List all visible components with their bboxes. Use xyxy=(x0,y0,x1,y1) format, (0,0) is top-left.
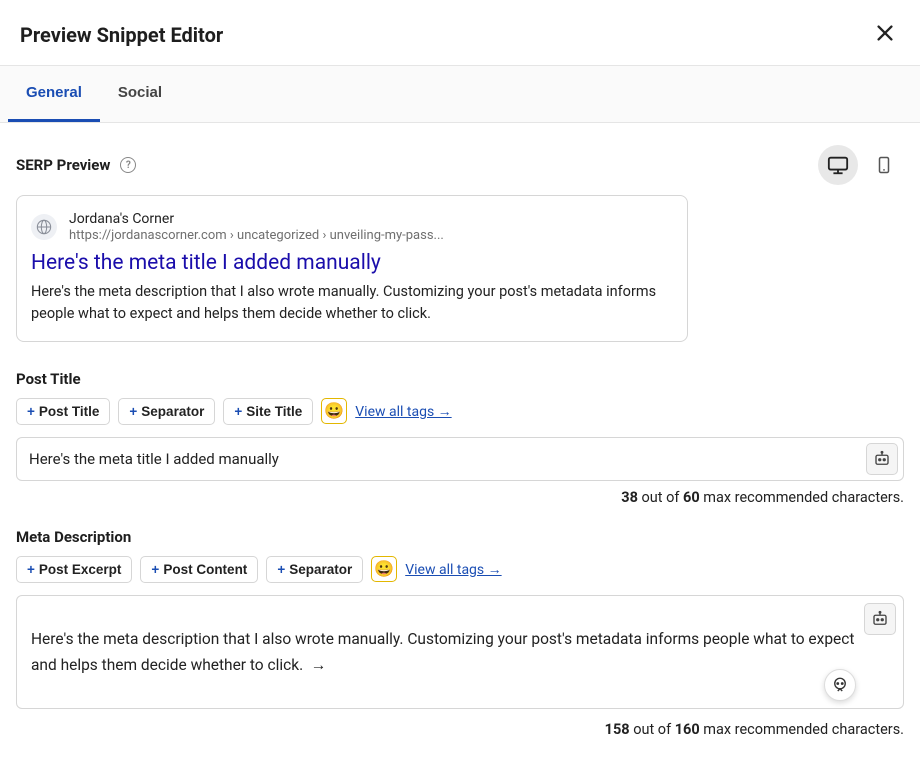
tag-label: Site Title xyxy=(246,404,302,419)
help-icon[interactable]: ? xyxy=(120,157,136,173)
tag-label: Separator xyxy=(289,562,352,577)
tag-label: Post Title xyxy=(39,404,100,419)
globe-icon xyxy=(36,219,52,235)
tag-label: Post Excerpt xyxy=(39,562,122,577)
serp-site-name: Jordana's Corner xyxy=(69,210,444,228)
tab-bar: General Social xyxy=(0,65,920,123)
tag-post-content[interactable]: + Post Content xyxy=(140,556,258,583)
desktop-icon xyxy=(827,154,849,176)
tag-post-title[interactable]: + Post Title xyxy=(16,398,110,425)
meta-description-counter: 158 out of 160 max recommended character… xyxy=(16,721,904,738)
dialog-title: Preview Snippet Editor xyxy=(20,23,223,47)
serp-result-description: Here's the meta description that I also … xyxy=(31,281,673,325)
favicon-placeholder xyxy=(31,214,57,240)
tab-general[interactable]: General xyxy=(8,66,100,122)
plus-icon: + xyxy=(151,562,159,577)
tag-separator[interactable]: + Separator xyxy=(118,398,215,425)
ai-generate-button[interactable] xyxy=(866,443,898,475)
plus-icon: + xyxy=(129,404,137,419)
desktop-view-button[interactable] xyxy=(818,145,858,185)
meta-description-label: Meta Description xyxy=(16,528,904,546)
mobile-view-button[interactable] xyxy=(864,145,904,185)
serp-url: https://jordanascorner.com › uncategoriz… xyxy=(69,228,444,243)
tag-separator-desc[interactable]: + Separator xyxy=(266,556,363,583)
serp-preview-label: SERP Preview xyxy=(16,156,110,174)
ai-generate-button[interactable] xyxy=(864,603,896,635)
chat-icon xyxy=(831,676,849,694)
serp-preview-card: Jordana's Corner https://jordanascorner.… xyxy=(16,195,688,342)
post-title-label: Post Title xyxy=(16,370,904,388)
emoji-button[interactable]: 😀 xyxy=(321,398,347,424)
plus-icon: + xyxy=(27,404,35,419)
mobile-icon xyxy=(875,154,893,176)
ai-icon xyxy=(871,610,889,628)
close-button[interactable] xyxy=(870,18,900,51)
plus-icon: + xyxy=(27,562,35,577)
close-icon xyxy=(874,22,896,44)
plus-icon: + xyxy=(234,404,242,419)
meta-description-input[interactable] xyxy=(16,595,904,710)
tag-site-title[interactable]: + Site Title xyxy=(223,398,313,425)
tag-label: Separator xyxy=(141,404,204,419)
post-title-input[interactable] xyxy=(16,437,904,481)
tab-social[interactable]: Social xyxy=(100,66,180,122)
emoji-button[interactable]: 😀 xyxy=(371,556,397,582)
plus-icon: + xyxy=(277,562,285,577)
view-all-tags-link[interactable]: View all tags → xyxy=(355,403,451,420)
serp-result-title[interactable]: Here's the meta title I added manually xyxy=(31,251,673,275)
tag-label: Post Content xyxy=(163,562,247,577)
tag-post-excerpt[interactable]: + Post Excerpt xyxy=(16,556,132,583)
ai-icon xyxy=(873,450,891,468)
post-title-counter: 38 out of 60 max recommended characters. xyxy=(16,489,904,506)
view-all-tags-link[interactable]: View all tags → xyxy=(405,561,501,578)
